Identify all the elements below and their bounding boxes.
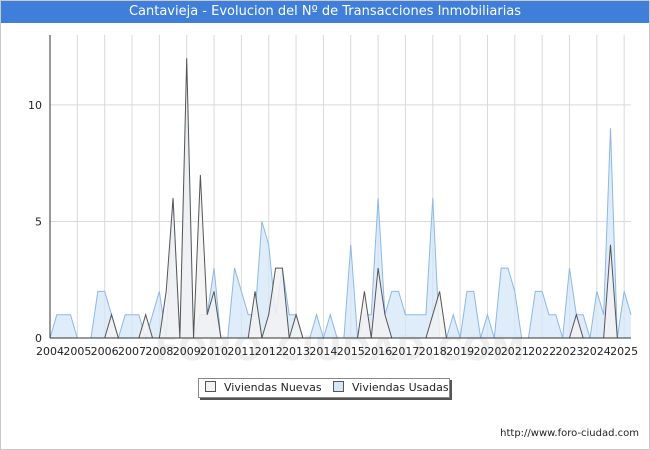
- axes: [49, 35, 631, 339]
- y-tick-label: 5: [35, 215, 42, 228]
- x-tick-label: 2018: [419, 345, 447, 358]
- x-tick-label: 2015: [337, 345, 365, 358]
- x-tick-label: 2007: [118, 345, 146, 358]
- legend-item-used: Viviendas Usadas: [333, 381, 449, 394]
- legend-item-new: Viviendas Nuevas: [205, 381, 322, 394]
- x-tick-label: 2006: [91, 345, 119, 358]
- x-tick-label: 2021: [501, 345, 529, 358]
- x-tick-label: 2016: [364, 345, 392, 358]
- x-tick-label: 2011: [227, 345, 255, 358]
- y-tick-label: 0: [35, 332, 42, 345]
- y-axis-ticks: 0 5 10: [28, 99, 42, 345]
- grid: [49, 35, 631, 339]
- x-tick-label: 2012: [255, 345, 283, 358]
- x-tick-label: 2020: [473, 345, 501, 358]
- x-tick-label: 2008: [145, 345, 173, 358]
- x-tick-label: 2014: [309, 345, 337, 358]
- x-tick-label: 2005: [63, 345, 91, 358]
- x-tick-label: 2024: [583, 345, 611, 358]
- legend-swatch-used: [333, 381, 344, 392]
- legend-swatch-new: [205, 381, 216, 392]
- x-tick-label: 2022: [528, 345, 556, 358]
- y-tick-label: 10: [28, 99, 42, 112]
- x-tick-label: 2025: [610, 345, 638, 358]
- x-tick-label: 2004: [36, 345, 64, 358]
- x-axis-ticks: 2004 2005 2006 2007 2008 2009 2010 2011 2012 2013…: [36, 345, 638, 358]
- legend-label-new: Viviendas Nuevas: [224, 381, 322, 394]
- x-tick-label: 2017: [391, 345, 419, 358]
- x-tick-label: 2023: [555, 345, 583, 358]
- x-tick-label: 2019: [446, 345, 474, 358]
- source-url: http://www.foro-ciudad.com: [500, 428, 639, 439]
- legend: Viviendas Nuevas Viviendas Usadas: [198, 378, 450, 398]
- legend-label-used: Viviendas Usadas: [352, 381, 449, 394]
- x-tick-label: 2013: [282, 345, 310, 358]
- x-tick-label: 2009: [173, 345, 201, 358]
- x-tick-label: 2010: [200, 345, 228, 358]
